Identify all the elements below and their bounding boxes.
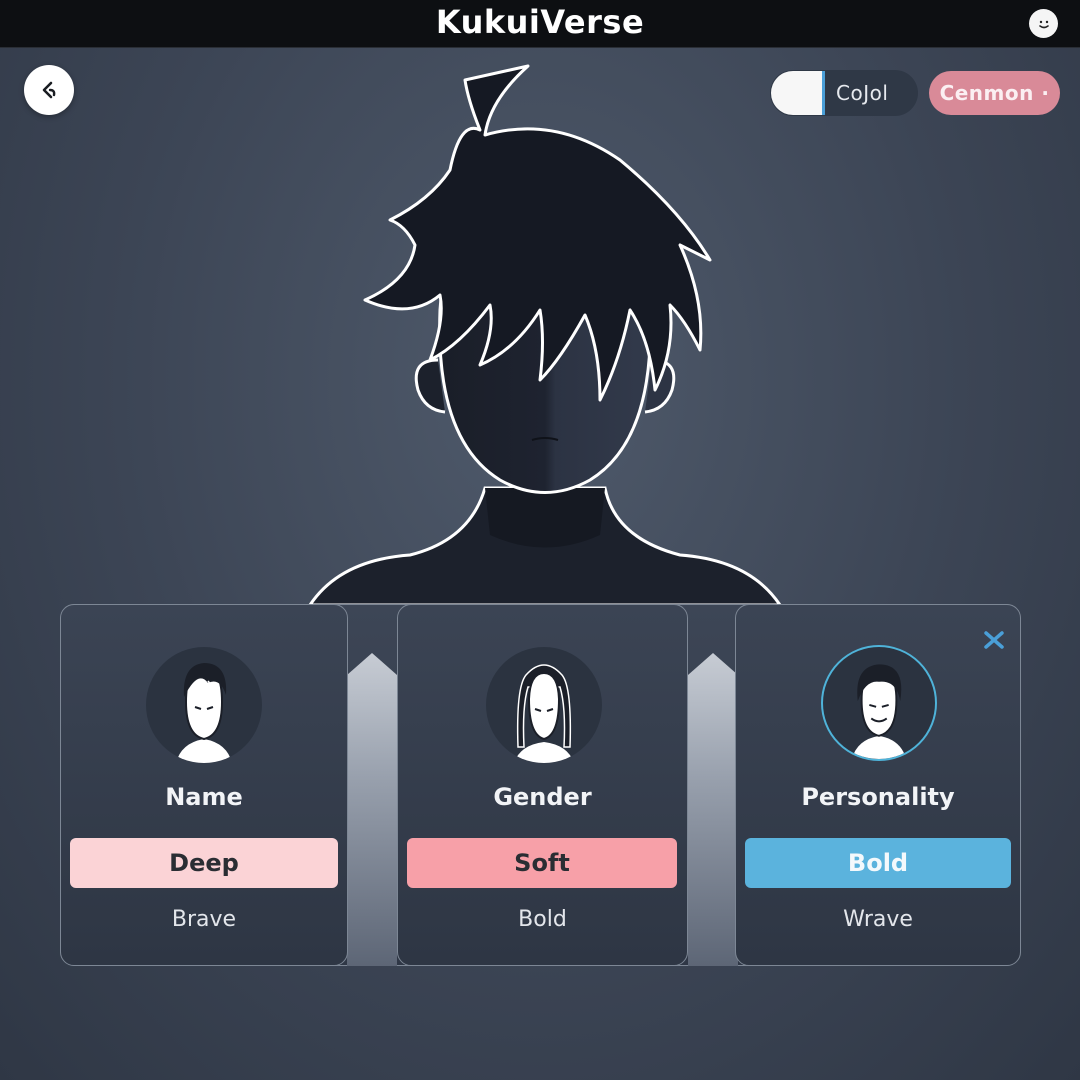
back-button[interactable]: [24, 65, 74, 115]
card-label: Name: [165, 783, 243, 811]
card-label: Gender: [493, 783, 592, 811]
face-icon: [1038, 20, 1049, 28]
character-thumbnail: [146, 647, 262, 763]
character-thumbnail: [486, 647, 602, 763]
profile-button[interactable]: [1029, 9, 1058, 38]
female-avatar-icon: [514, 664, 574, 763]
personality-card[interactable]: Personality Bold Wrave: [735, 604, 1021, 966]
smiling-avatar-icon: [851, 664, 907, 759]
divider-column: [688, 653, 738, 966]
card-subtext: Bold: [518, 907, 567, 932]
mode-toggle[interactable]: CoJol: [770, 70, 918, 116]
card-label: Personality: [801, 783, 955, 811]
name-card[interactable]: Name Deep Brave: [60, 604, 348, 966]
rarity-button[interactable]: Cenmon ·: [929, 71, 1060, 115]
divider-column: [347, 653, 397, 966]
deep-option-button[interactable]: Deep: [70, 838, 338, 888]
close-icon: [984, 631, 1004, 649]
bold-option-button[interactable]: Bold: [745, 838, 1011, 888]
soft-option-button[interactable]: Soft: [407, 838, 677, 888]
character-avatar: [308, 64, 782, 605]
character-thumbnail: [821, 645, 937, 761]
gender-card[interactable]: Gender Soft Bold: [397, 604, 688, 966]
back-arrow-icon: [42, 81, 56, 99]
card-subtext: Wrave: [843, 907, 913, 932]
toggle-label: CoJol: [836, 81, 889, 105]
top-bar: KukuiVerse: [0, 0, 1080, 48]
close-button[interactable]: [980, 626, 1008, 654]
app-title: KukuiVerse: [435, 3, 645, 41]
card-subtext: Brave: [171, 907, 237, 932]
male-avatar-icon: [176, 663, 232, 763]
